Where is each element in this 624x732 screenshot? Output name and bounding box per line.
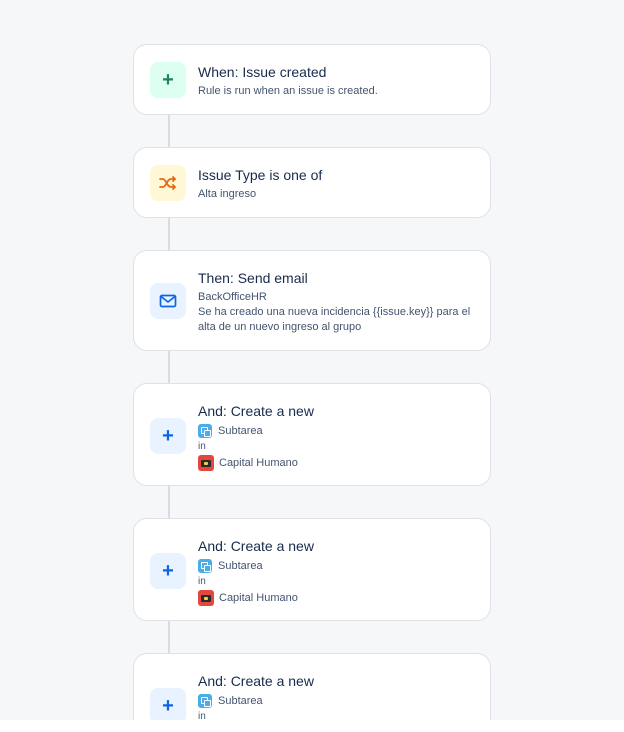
- plus-icon: +: [150, 553, 186, 589]
- create-issue-card[interactable]: + And: Create a new Subtarea in Capital …: [133, 518, 491, 621]
- connector-line: [168, 620, 170, 654]
- card-subtitle: Rule is run when an issue is created.: [198, 85, 378, 97]
- card-body: When: Issue created Rule is run when an …: [198, 64, 474, 99]
- card-body: Issue Type is one of Alta ingreso: [198, 167, 474, 202]
- create-issue-card[interactable]: + And: Create a new Subtarea in: [133, 653, 491, 720]
- in-label: in: [198, 711, 206, 720]
- in-label: in: [198, 576, 206, 587]
- bottom-strip: [0, 720, 624, 732]
- project-avatar-icon: [198, 590, 214, 606]
- card-title: When: Issue created: [198, 64, 327, 80]
- connector-line: [168, 114, 170, 148]
- subtask-icon: [198, 694, 212, 708]
- plus-icon: +: [150, 418, 186, 454]
- project-row: Capital Humano: [198, 590, 474, 606]
- card-subtitle: Alta ingreso: [198, 188, 257, 200]
- project-label: Capital Humano: [219, 592, 298, 604]
- create-issue-card[interactable]: + And: Create a new Subtarea in Capital …: [133, 383, 491, 486]
- project-label: Capital Humano: [219, 457, 298, 469]
- branch-shuffle-icon: [150, 165, 186, 201]
- in-label: in: [198, 441, 206, 452]
- card-title: Then: Send email: [198, 270, 308, 286]
- project-row: Capital Humano: [198, 455, 474, 471]
- issue-type-row: Subtarea: [198, 423, 474, 439]
- email-message: Se ha creado una nueva incidencia {{issu…: [198, 306, 471, 333]
- card-title: And: Create a new: [198, 673, 314, 689]
- issue-type-row: Subtarea: [198, 693, 474, 709]
- issue-type-row: Subtarea: [198, 558, 474, 574]
- subtask-icon: [198, 424, 212, 438]
- send-email-card[interactable]: Then: Send email BackOfficeHR Se ha crea…: [133, 250, 491, 351]
- envelope-icon: [150, 283, 186, 319]
- condition-card[interactable]: Issue Type is one of Alta ingreso: [133, 147, 491, 218]
- trigger-card[interactable]: + When: Issue created Rule is run when a…: [133, 44, 491, 115]
- card-title: And: Create a new: [198, 538, 314, 554]
- subtask-icon: [198, 559, 212, 573]
- rule-canvas: + When: Issue created Rule is run when a…: [0, 0, 624, 720]
- issue-type-label: Subtarea: [218, 695, 263, 707]
- card-title: And: Create a new: [198, 403, 314, 419]
- plus-icon: +: [150, 62, 186, 98]
- card-body: Then: Send email BackOfficeHR Se ha crea…: [198, 270, 474, 335]
- plus-icon: +: [150, 688, 186, 720]
- card-title: Issue Type is one of: [198, 167, 323, 183]
- card-body: And: Create a new Subtarea in: [198, 673, 474, 720]
- issue-type-label: Subtarea: [218, 560, 263, 572]
- card-body: And: Create a new Subtarea in Capital Hu…: [198, 403, 474, 471]
- issue-type-label: Subtarea: [218, 425, 263, 437]
- connector-line: [168, 485, 170, 519]
- email-recipient: BackOfficeHR: [198, 291, 267, 303]
- connector-line: [168, 350, 170, 384]
- connector-line: [168, 217, 170, 251]
- project-avatar-icon: [198, 455, 214, 471]
- card-body: And: Create a new Subtarea in Capital Hu…: [198, 538, 474, 606]
